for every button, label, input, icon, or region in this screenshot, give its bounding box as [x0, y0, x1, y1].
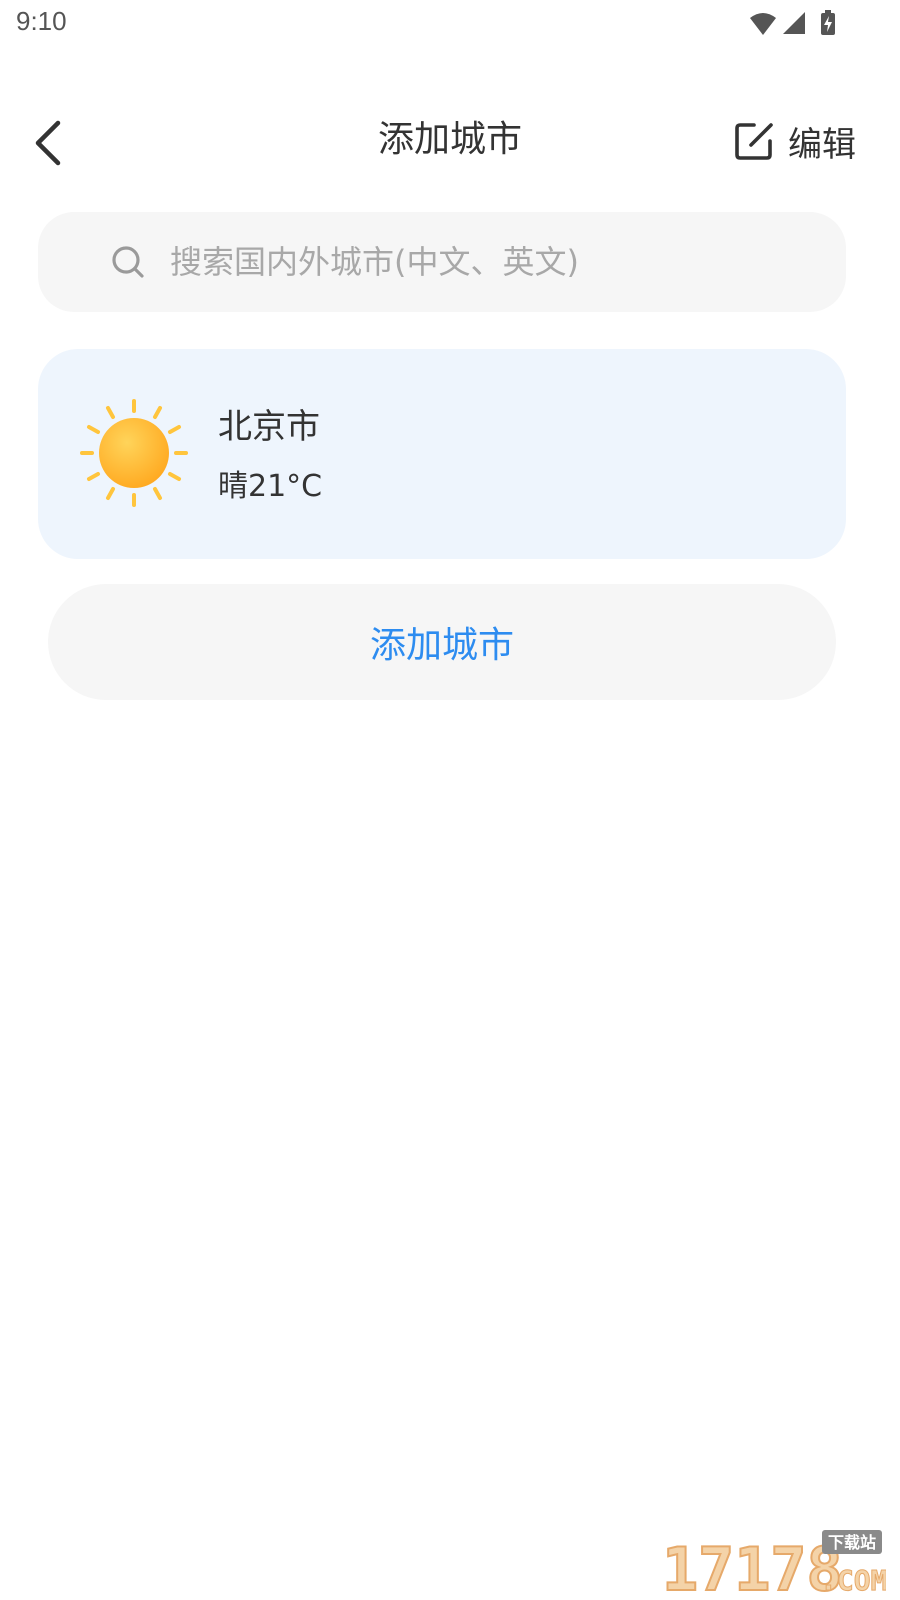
watermark-logo: 17178 下载站 .COM — [661, 1530, 886, 1596]
status-bar: 9:10 — [0, 0, 900, 50]
city-name: 北京市 — [218, 407, 320, 447]
wifi-icon — [750, 13, 776, 35]
status-icons — [750, 10, 835, 35]
add-city-label: 添加城市 — [369, 625, 514, 666]
add-city-screen: 9:10 添加城市 编辑 搜索国内外城市(中文、英文) 北京市 晴21°C 添加… — [0, 0, 900, 1600]
edit-square-icon — [735, 123, 773, 160]
sunny-icon — [80, 399, 188, 507]
status-time: 9:10 — [16, 6, 67, 36]
city-card[interactable]: 北京市 晴21°C — [38, 349, 846, 559]
search-bar[interactable] — [38, 212, 846, 312]
edit-button[interactable]: 编辑 — [732, 115, 856, 167]
search-icon — [112, 246, 144, 278]
cellular-signal-icon — [783, 12, 805, 34]
watermark-badge-text: 下载站 — [828, 1533, 876, 1552]
search-input[interactable] — [170, 243, 770, 281]
city-weather: 晴21°C — [218, 469, 323, 504]
watermark-suffix-text: .COM — [820, 1564, 886, 1596]
add-city-button[interactable]: 添加城市 — [48, 584, 836, 700]
top-app-bar: 添加城市 编辑 — [0, 95, 900, 191]
battery-charging-icon — [821, 10, 835, 35]
watermark-main-text: 17178 — [662, 1535, 843, 1596]
edit-label: 编辑 — [788, 124, 856, 165]
